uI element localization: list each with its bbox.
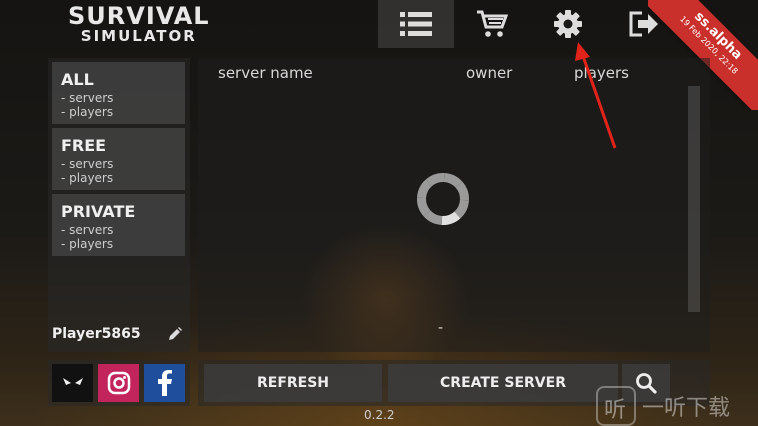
watermark: 听 一听下载 (596, 382, 756, 426)
watermark-glyph: 听 (604, 398, 627, 423)
watermark-text: 一听下载 (642, 396, 731, 421)
watermark-logo: 听 (596, 386, 636, 426)
annotation-arrow-icon (575, 42, 617, 149)
